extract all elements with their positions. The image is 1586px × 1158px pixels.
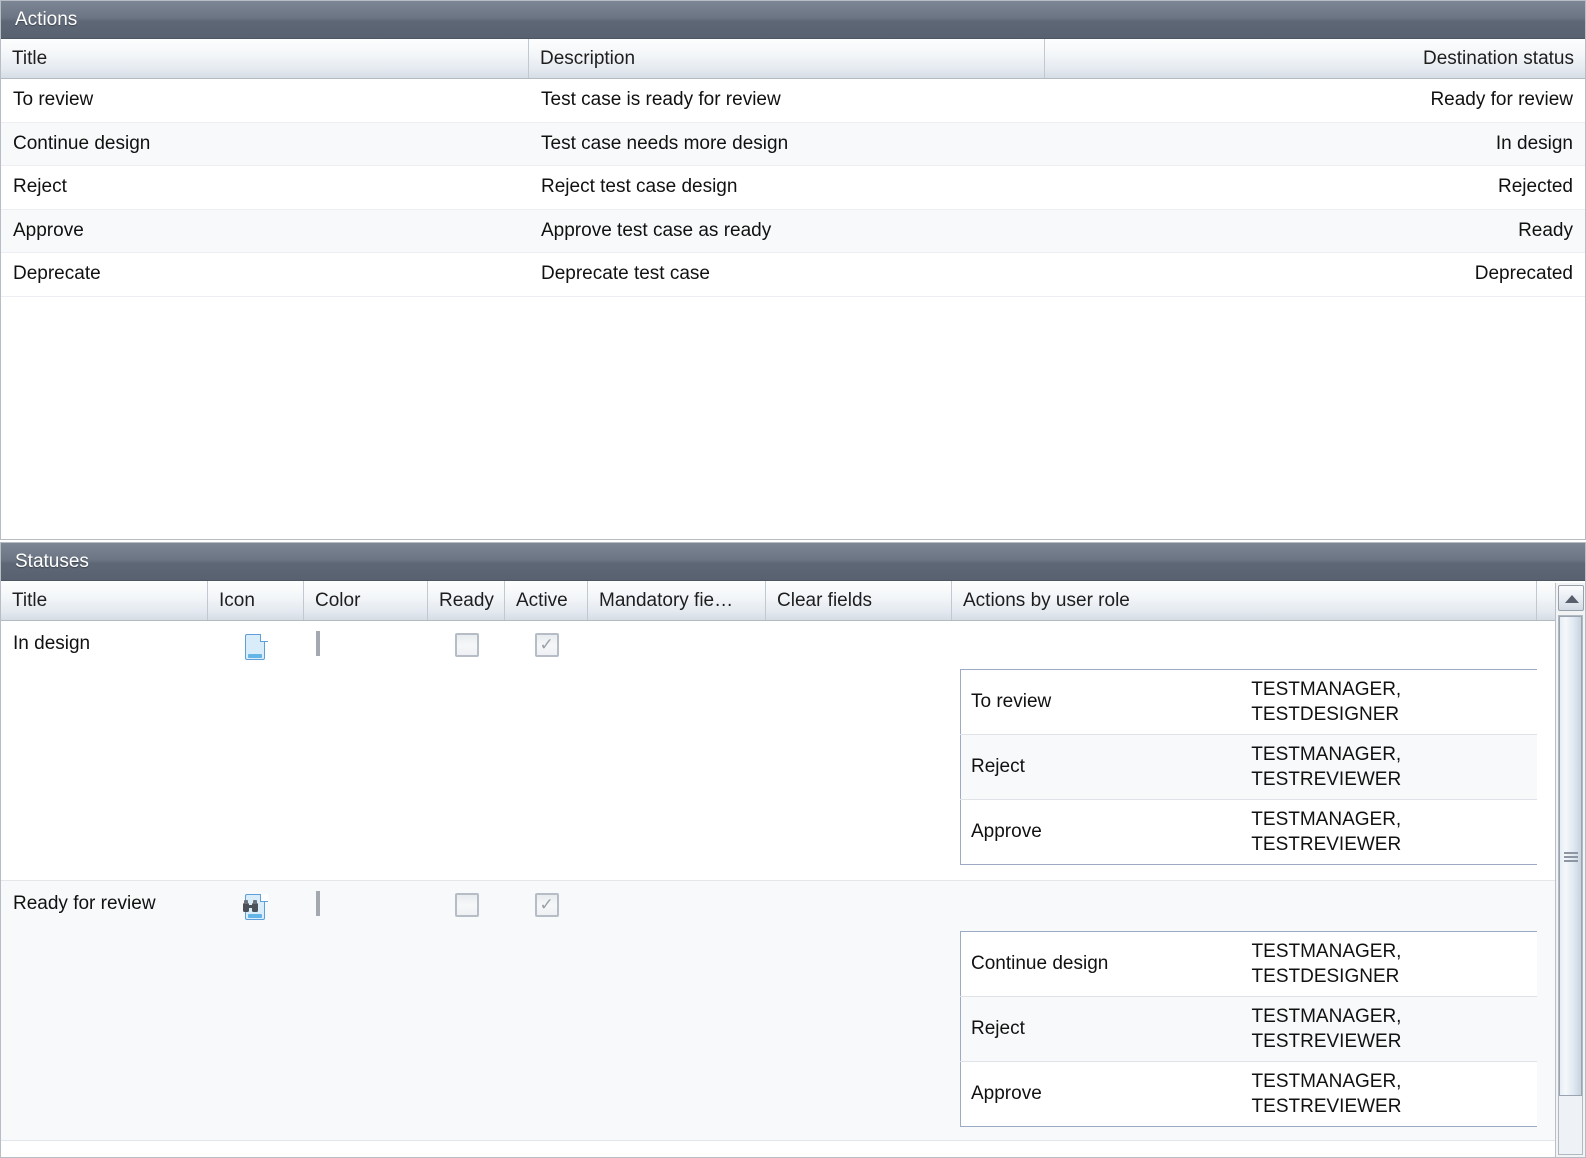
- status-mandatory-fields-cell: [588, 881, 766, 1140]
- scrollbar-grip-icon: [1563, 850, 1578, 862]
- role-table-row[interactable]: Approve TESTMANAGER, TESTREVIEWER: [960, 799, 1537, 865]
- scrollbar-thumb[interactable]: [1559, 616, 1582, 1096]
- active-checkbox[interactable]: ✓: [534, 893, 559, 917]
- role-table-row[interactable]: Reject TESTMANAGER, TESTREVIEWER: [960, 996, 1537, 1063]
- ready-checkbox[interactable]: [454, 633, 479, 657]
- status-active-cell: ✓: [505, 881, 588, 1140]
- checkmark-icon: ✓: [539, 895, 554, 914]
- checkmark-icon: ✓: [539, 635, 554, 654]
- actions-grid-body: To review Test case is ready for review Re…: [1, 79, 1585, 539]
- action-destination-status-cell: Rejected: [1498, 176, 1573, 198]
- statuses-column-header-actions-by-user-role[interactable]: Actions by user role: [952, 581, 1537, 620]
- role-names-cell: TESTMANAGER, TESTREVIEWER: [1241, 734, 1537, 801]
- role-table-row[interactable]: Reject TESTMANAGER, TESTREVIEWER: [960, 734, 1537, 801]
- action-description-cell: Deprecate test case: [541, 263, 710, 285]
- status-title-cell: In design: [13, 633, 91, 654]
- document-review-icon: [243, 893, 269, 923]
- scroll-up-arrow-icon: [1565, 595, 1579, 603]
- statuses-panel: Statuses Title Icon Color Ready Active M…: [0, 542, 1586, 1158]
- statuses-table-row[interactable]: Ready for review ✓ Continue design TESTMANA…: [1, 881, 1585, 1141]
- status-color-cell: [304, 881, 428, 1140]
- action-destination-status-cell: Ready: [1518, 219, 1573, 241]
- action-title-cell: Reject: [13, 176, 67, 198]
- statuses-column-header-ready[interactable]: Ready: [428, 581, 505, 620]
- statuses-column-header-icon[interactable]: Icon: [208, 581, 304, 620]
- action-description-cell: Test case needs more design: [541, 132, 789, 154]
- actions-grid-header: Title Description Destination status: [1, 39, 1585, 79]
- actions-table-row[interactable]: Reject Reject test case design Rejected: [1, 166, 1585, 210]
- action-description-cell: Approve test case as ready: [541, 219, 772, 241]
- status-clear-fields-cell: [766, 621, 952, 880]
- actions-by-user-role-table: Continue design TESTMANAGER, TESTDESIGNER R…: [960, 931, 1537, 1128]
- status-color-swatch[interactable]: [316, 631, 320, 656]
- action-description-cell: Reject test case design: [541, 176, 738, 198]
- status-active-cell: ✓: [505, 621, 588, 880]
- scrollbar-track[interactable]: [1558, 615, 1583, 1155]
- status-mandatory-fields-cell: [588, 621, 766, 880]
- role-action-name-cell: Continue design: [960, 931, 1242, 998]
- action-description-cell: Test case is ready for review: [541, 89, 781, 111]
- role-action-name-cell: Approve: [971, 821, 1042, 843]
- action-destination-status-cell: In design: [1495, 132, 1573, 154]
- role-names-cell: TESTMANAGER, TESTDESIGNER: [1241, 931, 1537, 998]
- status-color-swatch[interactable]: [316, 891, 320, 916]
- statuses-grid-body: In design ✓ To review TESTMANAGER, TESTDESIG…: [1, 621, 1585, 1157]
- action-title-cell: Approve: [13, 219, 84, 241]
- status-color-cell: [304, 621, 428, 880]
- actions-column-header-destination-status[interactable]: Destination status: [1045, 39, 1585, 78]
- actions-panel: Actions Title Description Destination st…: [0, 0, 1586, 540]
- statuses-column-header-clear-fields[interactable]: Clear fields: [766, 581, 952, 620]
- statuses-column-header-active[interactable]: Active: [505, 581, 588, 620]
- role-names-cell: TESTMANAGER, TESTREVIEWER: [1251, 809, 1402, 856]
- workflow-configuration-screen: Actions Title Description Destination st…: [0, 0, 1586, 1158]
- role-action-name-cell: Approve: [971, 1083, 1042, 1105]
- actions-by-user-role-table: To review TESTMANAGER, TESTDESIGNER Reject T…: [960, 669, 1537, 866]
- role-table-row[interactable]: Approve TESTMANAGER, TESTREVIEWER: [960, 1061, 1537, 1127]
- actions-column-header-description[interactable]: Description: [529, 39, 1045, 78]
- role-names-cell: TESTMANAGER, TESTREVIEWER: [1251, 1071, 1402, 1118]
- scroll-up-button[interactable]: [1558, 585, 1584, 611]
- statuses-table-row[interactable]: In design ✓ To review TESTMANAGER, TESTDESIG…: [1, 621, 1585, 881]
- role-names-cell: TESTMANAGER, TESTREVIEWER: [1241, 996, 1537, 1063]
- actions-table-row[interactable]: Continue design Test case needs more desi…: [1, 122, 1585, 166]
- status-icon-cell: [208, 621, 304, 880]
- actions-panel-title: Actions: [1, 1, 1585, 39]
- status-clear-fields-cell: [766, 881, 952, 1140]
- action-title-cell: Continue design: [13, 132, 151, 154]
- action-title-cell: To review: [13, 89, 94, 111]
- status-actions-by-user-role-cell: To review TESTMANAGER, TESTDESIGNER Reject T…: [952, 621, 1537, 880]
- action-title-cell: Deprecate: [13, 263, 101, 285]
- status-actions-by-user-role-cell: Continue design TESTMANAGER, TESTDESIGNER R…: [952, 881, 1537, 1140]
- statuses-column-header-mandatory-fields[interactable]: Mandatory fie…: [588, 581, 766, 620]
- actions-column-header-title[interactable]: Title: [1, 39, 529, 78]
- active-checkbox[interactable]: ✓: [534, 633, 559, 657]
- role-action-name-cell: Reject: [960, 996, 1242, 1063]
- status-title-cell: Ready for review: [13, 893, 156, 914]
- role-table-row[interactable]: Continue design TESTMANAGER, TESTDESIGNER: [960, 931, 1537, 998]
- status-icon-cell: [208, 881, 304, 1140]
- action-destination-status-cell: Ready for review: [1430, 89, 1573, 111]
- ready-checkbox[interactable]: [454, 893, 479, 917]
- actions-table-row[interactable]: Deprecate Deprecate test case Deprecated: [1, 253, 1585, 297]
- document-icon: [243, 633, 269, 663]
- statuses-panel-title: Statuses: [1, 543, 1585, 581]
- statuses-column-header-title[interactable]: Title: [1, 581, 208, 620]
- status-ready-cell: [428, 881, 505, 1140]
- role-action-name-cell: To review: [960, 669, 1242, 736]
- statuses-vertical-scrollbar[interactable]: [1555, 583, 1585, 1157]
- role-names-cell: TESTMANAGER, TESTDESIGNER: [1241, 669, 1537, 736]
- status-ready-cell: [428, 621, 505, 880]
- statuses-grid-header: Title Icon Color Ready Active Mandatory …: [1, 581, 1585, 621]
- action-destination-status-cell: Deprecated: [1474, 263, 1573, 285]
- actions-table-row[interactable]: Approve Approve test case as ready Ready: [1, 209, 1585, 253]
- role-table-row[interactable]: To review TESTMANAGER, TESTDESIGNER: [960, 669, 1537, 736]
- statuses-column-header-color[interactable]: Color: [304, 581, 428, 620]
- role-action-name-cell: Reject: [960, 734, 1242, 801]
- actions-table-row[interactable]: To review Test case is ready for review Re…: [1, 79, 1585, 123]
